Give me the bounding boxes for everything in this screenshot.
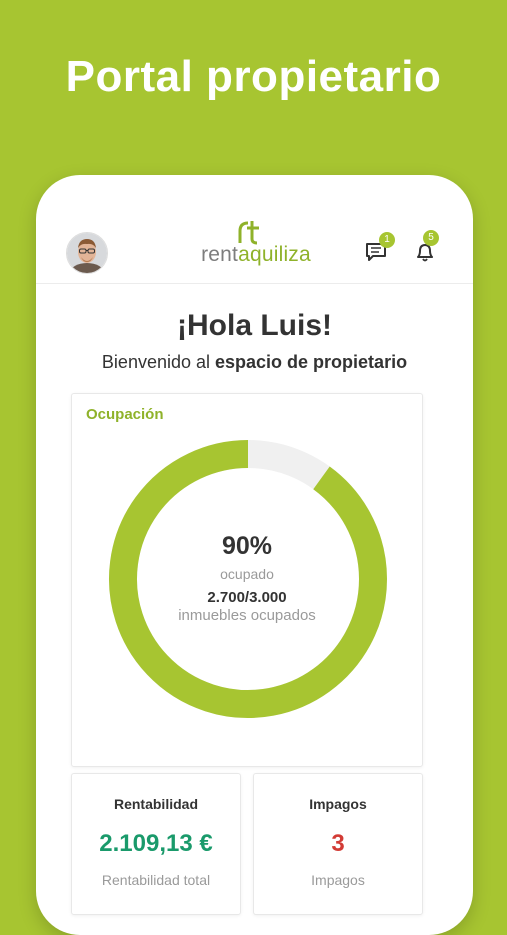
app-header: rentaquiliza 1 5 (36, 175, 473, 284)
avatar-image (67, 233, 107, 273)
notifications-badge: 5 (423, 230, 439, 246)
welcome-text: Bienvenido al espacio de propietario (36, 352, 473, 373)
promo-title: Portal propietario (65, 52, 442, 101)
brand-name: rentaquiliza (186, 243, 326, 267)
brand-logo: rentaquiliza (186, 219, 326, 275)
brand-name-part2: aquiliza (238, 243, 311, 266)
rentabilidad-value: 2.109,13 € (99, 830, 213, 857)
rentabilidad-card[interactable]: Rentabilidad 2.109,13 € Rentabilidad tot… (71, 773, 241, 915)
messages-badge: 1 (379, 232, 395, 248)
notifications-button[interactable]: 5 (412, 230, 439, 265)
impagos-card[interactable]: Impagos 3 Impagos (253, 773, 423, 915)
impagos-value: 3 (331, 830, 345, 857)
occupancy-count-label: inmuebles ocupados (178, 607, 316, 624)
rentabilidad-subtitle: Rentabilidad total (101, 872, 211, 888)
greeting-title: ¡Hola Luis! (177, 309, 332, 342)
welcome-prefix: Bienvenido al (101, 352, 216, 372)
rt-logo-icon (238, 221, 259, 245)
messages-button[interactable]: 1 (364, 232, 395, 265)
occupancy-title: Ocupación (86, 406, 164, 423)
user-avatar[interactable] (66, 232, 108, 274)
occupancy-count: 2.700/3.000 (207, 589, 287, 606)
rentabilidad-title: Rentabilidad (113, 796, 198, 812)
phone-frame: rentaquiliza 1 5 ¡Hola Luis! Bienvenido … (36, 175, 473, 935)
occupancy-percent-label: ocupado (220, 566, 274, 582)
impagos-title: Impagos (309, 796, 367, 812)
occupancy-card[interactable]: Ocupación 90% ocupado 2.700/3.000 inmueb… (71, 393, 423, 767)
occupancy-percent: 90% (221, 532, 273, 560)
brand-name-part1: rent (201, 243, 239, 266)
welcome-bold: espacio de propietario (215, 352, 408, 372)
impagos-subtitle: Impagos (311, 872, 365, 888)
